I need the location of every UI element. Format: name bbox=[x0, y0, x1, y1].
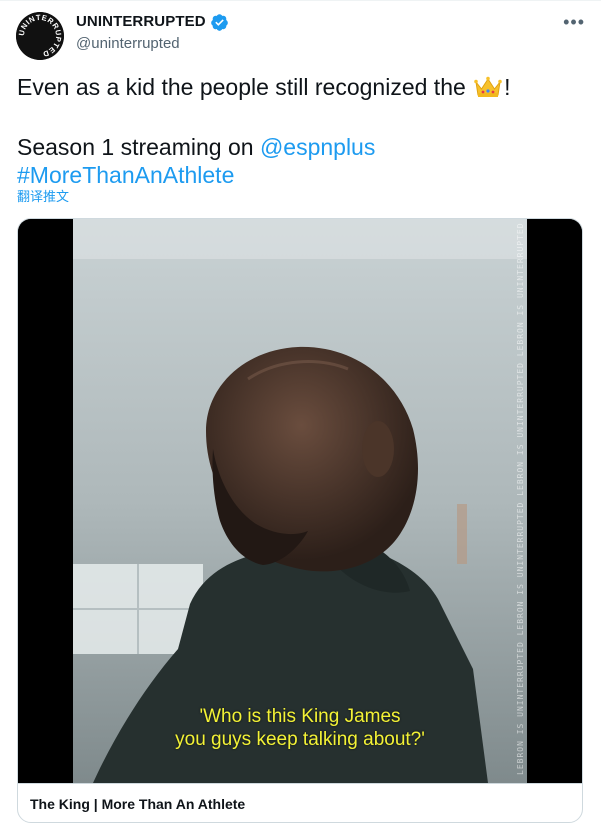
tweet-text-end: ! bbox=[504, 74, 511, 100]
media-card[interactable]: LEBRON IS UNINTERRUPTED LEBRON IS UNINTE… bbox=[17, 218, 583, 823]
avatar-logo: UNINTERRUPTED bbox=[16, 12, 64, 60]
handle[interactable]: @uninterrupted bbox=[76, 34, 229, 54]
video-side-caption: LEBRON IS UNINTERRUPTED LEBRON IS UNINTE… bbox=[516, 219, 528, 783]
more-options-icon[interactable]: ••• bbox=[563, 13, 585, 31]
translate-tweet-link[interactable]: 翻译推文 bbox=[17, 189, 69, 205]
subtitle-line-2: you guys keep talking about?' bbox=[175, 729, 425, 750]
hashtag-link[interactable]: #MoreThanAnAthlete bbox=[17, 162, 234, 188]
video-player[interactable]: LEBRON IS UNINTERRUPTED LEBRON IS UNINTE… bbox=[18, 219, 582, 783]
card-title[interactable]: The King | More Than An Athlete bbox=[18, 783, 582, 822]
tweet-text: Even as a kid the people still recognize… bbox=[17, 73, 587, 189]
tweet-line-1: Even as a kid the people still recognize… bbox=[17, 73, 587, 105]
avatar[interactable]: UNINTERRUPTED bbox=[16, 12, 64, 60]
video-frame bbox=[18, 219, 582, 783]
video-subtitle: 'Who is this King James you guys keep ta… bbox=[74, 705, 526, 751]
mention-link[interactable]: @espnplus bbox=[260, 134, 375, 160]
display-name[interactable]: UNINTERRUPTED bbox=[76, 12, 206, 32]
crown-emoji-icon bbox=[474, 75, 502, 105]
streaming-text: Season 1 streaming on bbox=[17, 134, 260, 160]
verified-badge-icon bbox=[210, 13, 229, 32]
author-block: UNINTERRUPTED @uninterrupted bbox=[76, 12, 229, 54]
tweet-text-part: Even as a kid the people still recognize… bbox=[17, 74, 473, 100]
tweet-line-3: #MoreThanAnAthlete bbox=[17, 161, 587, 189]
side-caption-text: LEBRON IS UNINTERRUPTED LEBRON IS UNINTE… bbox=[516, 219, 525, 775]
tweet: UNINTERRUPTED UNINTERRUPTED @uninterrupt… bbox=[0, 0, 601, 839]
display-name-row: UNINTERRUPTED bbox=[76, 12, 229, 32]
subtitle-line-1: 'Who is this King James bbox=[199, 706, 401, 727]
tweet-line-2: Season 1 streaming on @espnplus bbox=[17, 133, 587, 161]
